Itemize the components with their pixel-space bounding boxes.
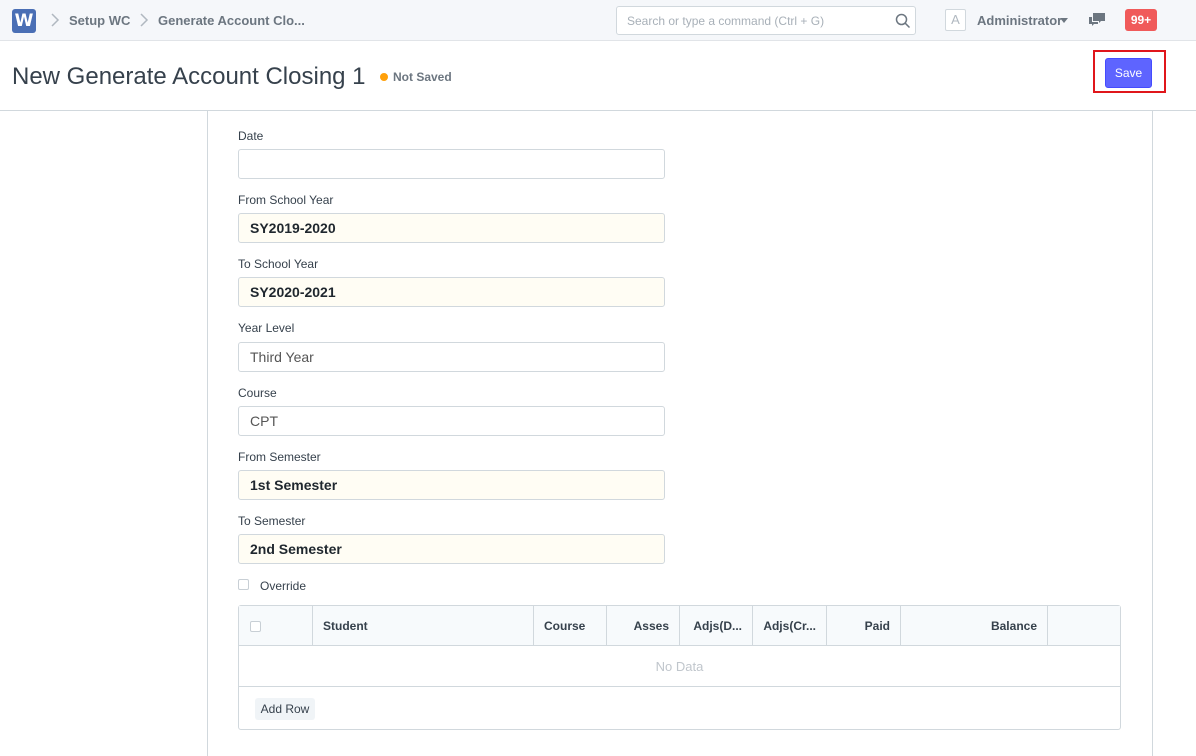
- column-header-actions: [1048, 606, 1120, 646]
- search-icon[interactable]: [894, 12, 912, 30]
- chevron-right-icon: [51, 13, 60, 27]
- chevron-right-icon: [140, 13, 149, 27]
- page-title: New Generate Account Closing 1: [12, 63, 366, 90]
- breadcrumb-generate-account-closing[interactable]: Generate Account Clo...: [158, 13, 305, 28]
- to-semester-field[interactable]: 2nd Semester: [238, 534, 665, 564]
- column-header-adjs-credit: Adjs(Cr...: [753, 606, 827, 646]
- status-indicator-dot: [380, 73, 388, 81]
- notification-badge[interactable]: 99+: [1125, 9, 1157, 31]
- from-school-year-field[interactable]: SY2019-2020: [238, 213, 665, 243]
- accounts-table: Student Course Asses Adjs(D... Adjs(Cr..…: [238, 605, 1121, 730]
- column-header-course: Course: [534, 606, 607, 646]
- column-header-balance: Balance: [901, 606, 1048, 646]
- empty-table-message: No Data: [239, 646, 1120, 687]
- to-school-year-field[interactable]: SY2020-2021: [238, 277, 665, 307]
- to-semester-label: To Semester: [238, 514, 306, 528]
- column-header-asses: Asses: [607, 606, 680, 646]
- course-label: Course: [238, 386, 277, 400]
- override-label[interactable]: Override: [260, 579, 306, 593]
- column-header-student: Student: [313, 606, 534, 646]
- navbar: W Setup WC Generate Account Clo... Searc…: [0, 0, 1196, 41]
- user-menu[interactable]: Administrator: [977, 13, 1062, 28]
- to-school-year-label: To School Year: [238, 257, 319, 271]
- save-button[interactable]: Save: [1105, 58, 1152, 88]
- avatar[interactable]: A: [945, 9, 966, 31]
- add-row-button[interactable]: Add Row: [255, 698, 315, 720]
- year-level-label: Year Level: [238, 321, 295, 335]
- status-badge: Not Saved: [393, 70, 452, 84]
- course-field[interactable]: CPT: [238, 406, 665, 436]
- from-semester-field[interactable]: 1st Semester: [238, 470, 665, 500]
- caret-down-icon[interactable]: [1060, 18, 1068, 23]
- column-header-adjs-debit: Adjs(D...: [680, 606, 753, 646]
- date-field[interactable]: [238, 149, 665, 179]
- year-level-field[interactable]: Third Year: [238, 342, 665, 372]
- search-placeholder: Search or type a command (Ctrl + G): [627, 14, 825, 28]
- date-label: Date: [238, 129, 264, 143]
- breadcrumb-setup-wc[interactable]: Setup WC: [69, 13, 130, 28]
- from-school-year-label: From School Year: [238, 193, 334, 207]
- table-header: Student Course Asses Adjs(D... Adjs(Cr..…: [239, 606, 1120, 646]
- select-all-cell: [239, 606, 313, 646]
- column-header-paid: Paid: [827, 606, 901, 646]
- search-input[interactable]: Search or type a command (Ctrl + G): [616, 6, 916, 35]
- chat-icon[interactable]: [1088, 12, 1106, 28]
- page-head: New Generate Account Closing 1 Not Saved…: [0, 41, 1196, 111]
- select-all-checkbox[interactable]: [250, 621, 261, 632]
- override-checkbox[interactable]: [238, 579, 249, 590]
- app-logo[interactable]: W: [12, 9, 36, 33]
- from-semester-label: From Semester: [238, 450, 321, 464]
